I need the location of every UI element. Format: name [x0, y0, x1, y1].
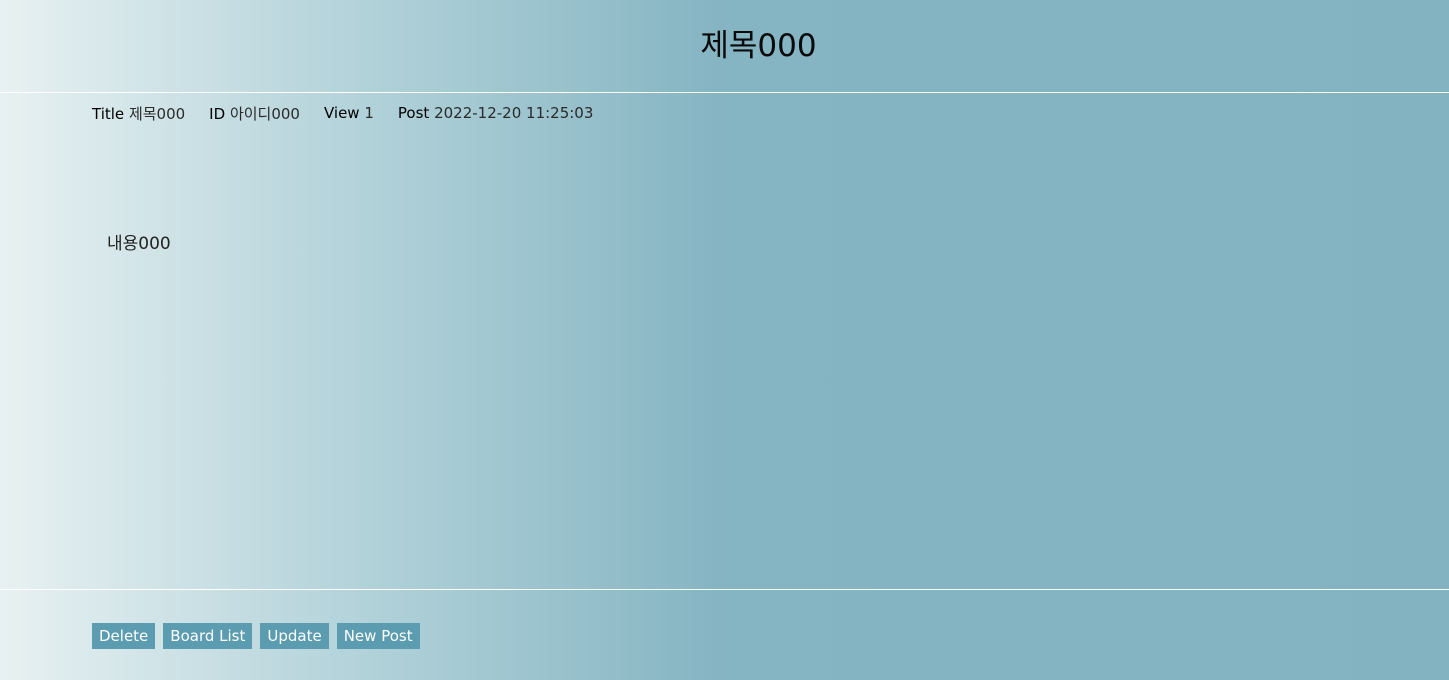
- page-title: 제목000: [700, 28, 817, 64]
- meta-id-value: 아이디000: [229, 104, 300, 123]
- board-list-button[interactable]: Board List: [163, 623, 253, 649]
- meta-title-label: Title: [92, 104, 125, 123]
- meta-title: Title 제목000: [92, 103, 185, 124]
- page-header: 제목000: [0, 0, 1449, 93]
- delete-button[interactable]: Delete: [92, 623, 156, 649]
- meta-view: View 1: [324, 104, 374, 122]
- meta-view-label: View: [323, 104, 360, 122]
- new-post-button[interactable]: New Post: [336, 623, 420, 649]
- meta-post-label: Post: [397, 104, 430, 122]
- meta-id: ID 아이디000: [209, 103, 300, 124]
- footer-divider: [0, 589, 1449, 590]
- meta-post-value: 2022-12-20 11:25:03: [434, 104, 594, 122]
- meta-id-label: ID: [209, 104, 226, 123]
- meta-title-value: 제목000: [128, 104, 186, 123]
- update-button[interactable]: Update: [260, 623, 329, 649]
- action-buttons: Delete Board List Update New Post: [92, 623, 428, 649]
- meta-view-value: 1: [364, 104, 374, 122]
- meta-post-date: Post 2022-12-20 11:25:03: [398, 104, 593, 122]
- post-meta: Title 제목000 ID 아이디000 View 1 Post 2022-1…: [92, 103, 617, 123]
- post-content: 내용000: [107, 234, 171, 254]
